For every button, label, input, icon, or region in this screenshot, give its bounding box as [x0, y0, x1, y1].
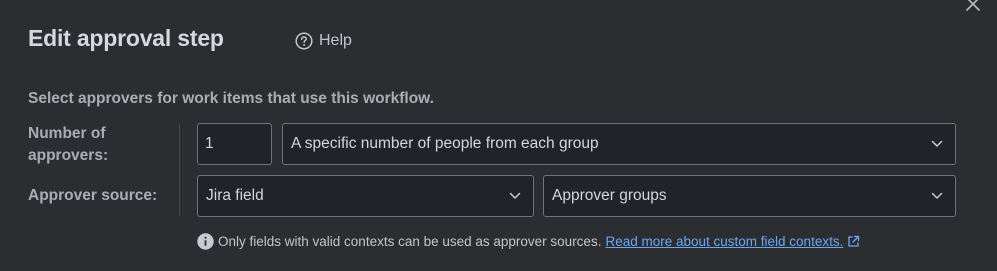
- help-button[interactable]: Help: [295, 30, 352, 52]
- dialog-title: Edit approval step: [28, 25, 224, 51]
- approver-count-input[interactable]: 1: [197, 123, 272, 165]
- help-label: Help: [319, 32, 352, 49]
- approver-count-mode-value: A specific number of people from each gr…: [291, 135, 599, 152]
- label-divider: [179, 124, 180, 216]
- approver-source-select[interactable]: Jira field: [197, 175, 534, 217]
- external-link-icon[interactable]: [847, 235, 860, 248]
- info-text: Only fields with valid contexts can be u…: [218, 233, 602, 249]
- approver-source-value: Jira field: [206, 187, 264, 204]
- approver-source-label: Approver source:: [28, 187, 158, 204]
- approver-field-value: Approver groups: [552, 187, 667, 204]
- approver-field-select[interactable]: Approver groups: [543, 175, 956, 217]
- info-message: Only fields with valid contexts can be u…: [197, 231, 860, 251]
- question-circle-icon: [295, 32, 313, 50]
- chevron-down-icon: [931, 140, 943, 147]
- approver-count-value: 1: [205, 135, 214, 152]
- chevron-down-icon: [931, 192, 943, 199]
- chevron-down-icon: [509, 192, 521, 199]
- approver-count-mode-select[interactable]: A specific number of people from each gr…: [282, 123, 956, 165]
- edit-approval-step-dialog: Edit approval step Help Select approvers…: [0, 0, 997, 271]
- number-of-approvers-label: Number of approvers:: [28, 125, 109, 164]
- dialog-description: Select approvers for work items that use…: [28, 90, 434, 107]
- info-icon: [197, 232, 214, 250]
- close-icon[interactable]: [962, 0, 984, 16]
- custom-field-contexts-link[interactable]: Read more about custom field contexts.: [605, 234, 843, 249]
